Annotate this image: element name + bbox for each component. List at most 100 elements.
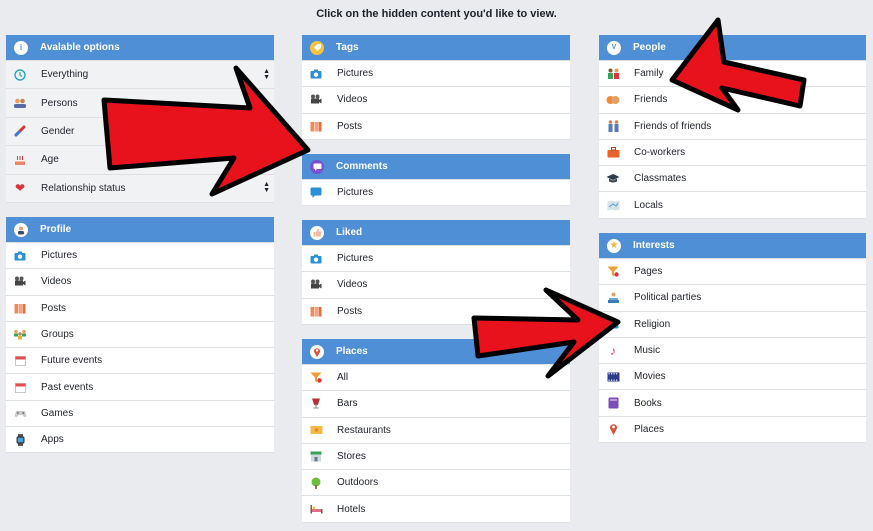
places-item-bars[interactable]: Bars <box>302 390 570 417</box>
map-pin-icon <box>606 423 620 436</box>
option-relationship-status[interactable]: ❤ Relationship status ▲ ▼ <box>6 173 274 202</box>
people-item-label: Co-workers <box>634 147 686 159</box>
film-strip-icon <box>606 371 620 383</box>
liked-item-videos[interactable]: Videos <box>302 271 570 298</box>
available-options-header: i Avalable options <box>6 35 274 60</box>
places-item-outdoors[interactable]: Outdoors <box>302 469 570 496</box>
interests-item-music[interactable]: ♪ Music <box>599 336 866 364</box>
clock-icon <box>13 68 27 81</box>
places-item-label: All <box>337 372 349 384</box>
people-item-friends[interactable]: Friends <box>599 86 866 113</box>
people-item-family[interactable]: Family <box>599 60 866 87</box>
profile-item-label: Pictures <box>41 250 78 262</box>
interests-item-pages[interactable]: Pages <box>599 258 866 285</box>
interests-item-label: Movies <box>634 371 666 383</box>
profile-item-pictures[interactable]: Pictures <box>6 242 274 269</box>
tags-title: Tags <box>336 42 359 53</box>
comments-item-label: Pictures <box>337 187 374 199</box>
star-icon: ★ <box>607 238 621 253</box>
profile-item-apps[interactable]: Apps <box>6 426 274 453</box>
option-age[interactable]: Age <box>6 145 274 174</box>
camera-icon <box>13 250 27 262</box>
option-persons[interactable]: Persons <box>6 88 274 117</box>
people-item-classmates[interactable]: Classmates <box>599 165 866 192</box>
available-options-panel: i Avalable options Everything ▲ ▼ Persons… <box>6 35 274 203</box>
stepper-icon[interactable]: ▲ ▼ <box>263 181 270 194</box>
option-everything[interactable]: Everything ▲ ▼ <box>6 60 274 89</box>
liked-header: Liked <box>302 220 570 245</box>
places-item-restaurants[interactable]: Restaurants <box>302 416 570 443</box>
interests-item-label: Music <box>634 345 661 357</box>
places-item-all[interactable]: All <box>302 364 570 391</box>
film-camera-icon <box>309 279 323 291</box>
liked-item-label: Posts <box>337 305 363 317</box>
places-item-label: Restaurants <box>337 424 391 436</box>
profile-header: Profile <box>6 217 274 242</box>
graduation-cap-icon <box>606 173 620 185</box>
ticket-icon <box>309 424 323 436</box>
interests-item-religion[interactable]: Religion <box>599 310 866 337</box>
profile-title: Profile <box>40 224 72 235</box>
interests-item-places[interactable]: Places <box>599 415 866 443</box>
places-item-label: Bars <box>337 398 358 410</box>
tags-item-label: Posts <box>337 120 363 132</box>
posts-icon <box>309 120 323 132</box>
people-item-friends-of-friends[interactable]: Friends of friends <box>599 112 866 139</box>
tags-item-pictures[interactable]: Pictures <box>302 60 570 87</box>
page-heading: Click on the hidden content you'd like t… <box>316 8 557 20</box>
liked-item-pictures[interactable]: Pictures <box>302 245 570 272</box>
film-camera-icon <box>309 94 323 106</box>
store-icon <box>309 451 323 463</box>
comments-item-pictures[interactable]: Pictures <box>302 179 570 206</box>
liked-item-label: Videos <box>337 279 368 291</box>
interests-item-label: Religion <box>634 318 671 330</box>
camera-icon <box>606 318 620 330</box>
option-label: Relationship status <box>41 182 126 194</box>
groups-icon <box>13 329 27 341</box>
profile-item-videos[interactable]: Videos <box>6 268 274 295</box>
liked-item-posts[interactable]: Posts <box>302 297 570 324</box>
interests-item-books[interactable]: Books <box>599 389 866 416</box>
people-item-co-workers[interactable]: Co-workers <box>599 138 866 166</box>
funnel-icon <box>309 372 323 384</box>
option-label: Age <box>41 154 59 166</box>
option-label: Gender <box>41 125 75 137</box>
film-camera-icon <box>13 276 27 288</box>
tag-icon <box>310 40 324 55</box>
stepper-icon[interactable]: ▲ ▼ <box>263 68 270 81</box>
music-note-icon: ♪ <box>610 343 616 358</box>
speech-person-icon <box>606 292 620 304</box>
profile-item-groups[interactable]: Groups <box>6 320 274 348</box>
friends-of-friends-icon <box>606 120 620 133</box>
places-item-stores[interactable]: Stores <box>302 442 570 470</box>
profile-panel: Profile Pictures Videos Posts Groups Fut… <box>6 217 274 454</box>
option-gender[interactable]: Gender <box>6 116 274 146</box>
people-item-label: Classmates <box>634 173 687 185</box>
profile-item-posts[interactable]: Posts <box>6 294 274 321</box>
funnel-icon <box>606 266 620 278</box>
comments-title: Comments <box>336 161 388 172</box>
profile-item-past-events[interactable]: Past events <box>6 373 274 400</box>
people-icon <box>13 97 27 109</box>
tags-item-posts[interactable]: Posts <box>302 112 570 139</box>
interests-item-political-parties[interactable]: Political parties <box>599 284 866 311</box>
wine-glass-icon <box>309 398 323 410</box>
interests-item-label: Places <box>634 423 665 435</box>
tags-item-label: Videos <box>337 94 368 106</box>
info-icon: i <box>14 40 28 55</box>
speech-bubble-icon <box>309 187 323 199</box>
people-panel: V People Family Friends Friends of frien… <box>599 35 866 219</box>
profile-item-future-events[interactable]: Future events <box>6 347 274 374</box>
tags-panel: Tags Pictures Videos Posts <box>302 35 570 140</box>
tags-item-videos[interactable]: Videos <box>302 86 570 113</box>
posts-icon <box>309 305 323 317</box>
people-item-label: Friends of friends <box>634 120 712 132</box>
profile-item-games[interactable]: Games <box>6 399 274 427</box>
people-item-locals[interactable]: Locals <box>599 191 866 218</box>
book-icon <box>606 397 620 409</box>
places-item-label: Stores <box>337 451 366 463</box>
places-item-hotels[interactable]: Hotels <box>302 495 570 522</box>
places-item-label: Outdoors <box>337 477 379 489</box>
interests-item-movies[interactable]: Movies <box>599 363 866 390</box>
watch-icon <box>13 433 27 446</box>
